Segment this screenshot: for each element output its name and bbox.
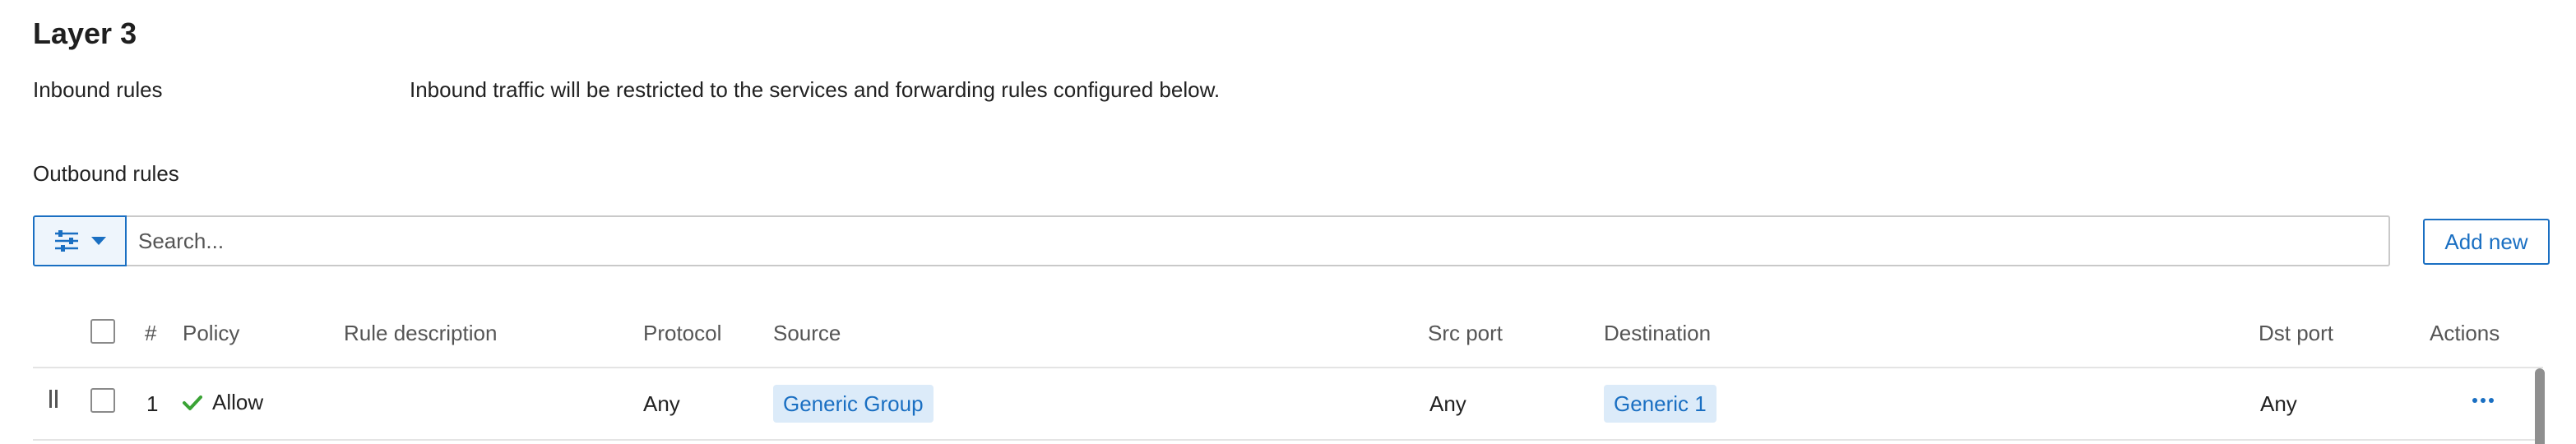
more-actions-icon[interactable] [2472,398,2494,403]
add-new-button[interactable]: Add new [2423,219,2550,265]
sliders-icon [55,230,78,252]
column-header-policy[interactable]: Policy [183,321,239,346]
rule-destination-tag[interactable]: Generic 1 [1604,385,1717,423]
drag-handle-icon[interactable] [49,390,59,408]
column-header-dst-port[interactable]: Dst port [2259,321,2333,346]
column-header-actions: Actions [2430,321,2500,345]
row-checkbox[interactable] [90,388,115,413]
column-header-protocol[interactable]: Protocol [643,321,721,346]
filter-dropdown-button[interactable] [33,215,127,266]
column-header-src-port[interactable]: Src port [1428,321,1503,346]
check-icon [183,395,202,410]
rule-policy: Allow [183,390,263,415]
vertical-scrollbar[interactable] [2535,368,2545,444]
page-title: Layer 3 [33,16,137,50]
search-input[interactable] [127,215,2390,266]
table-row-divider [33,439,2543,441]
rule-protocol: Any [643,391,680,416]
inbound-rules-description: Inbound traffic will be restricted to th… [410,77,1221,102]
rule-dst-port: Any [2260,391,2297,416]
chevron-down-icon [91,237,106,245]
column-header-destination[interactable]: Destination [1604,321,1711,346]
inbound-rules-label: Inbound rules [33,77,163,102]
rule-number: 1 [146,391,159,416]
column-header-description[interactable]: Rule description [344,321,497,346]
layer3-panel: Layer 3 Inbound rules Inbound traffic wi… [0,0,2576,444]
table-header-divider [33,367,2543,368]
outbound-rules-label: Outbound rules [33,161,179,186]
rule-policy-label: Allow [212,390,264,414]
rule-source-tag[interactable]: Generic Group [773,385,934,423]
column-header-number: # [145,321,157,345]
select-all-checkbox[interactable] [90,319,115,344]
column-header-source[interactable]: Source [773,321,841,346]
rule-src-port: Any [1429,391,1466,416]
